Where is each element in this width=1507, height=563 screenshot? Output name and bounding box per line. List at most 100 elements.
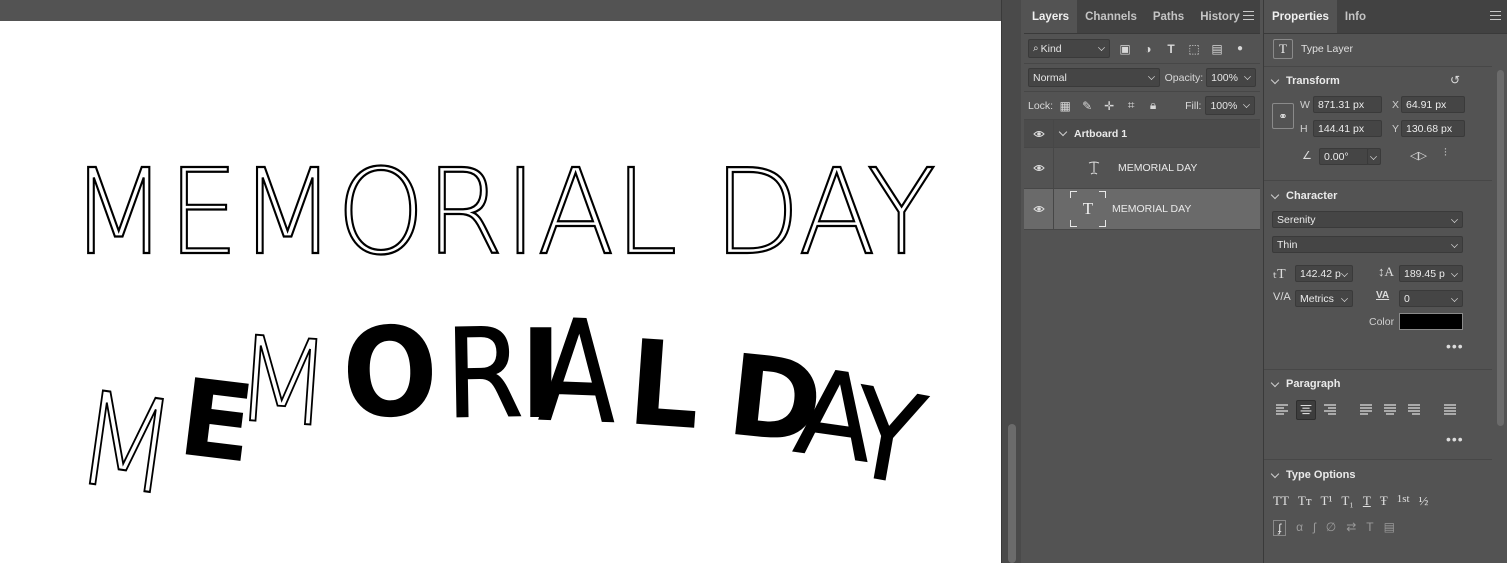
tab-channels[interactable]: Channels [1077, 0, 1145, 33]
justify-all-icon[interactable] [1440, 400, 1460, 420]
align-center-icon[interactable] [1296, 400, 1316, 420]
warped-glyph: M [68, 364, 184, 525]
all-caps-button[interactable]: TT [1273, 493, 1289, 509]
height-field[interactable]: 144.41 px [1313, 120, 1382, 137]
visibility-eye-icon[interactable] [1024, 148, 1054, 188]
align-right-icon[interactable] [1320, 400, 1340, 420]
opacity-value: 100% [1211, 71, 1238, 84]
link-dimensions-icon[interactable]: ⚭ [1272, 103, 1294, 129]
font-size-value: 142.42 p [1300, 267, 1341, 280]
angle-field[interactable]: 0.00° [1319, 148, 1369, 165]
filter-type-icon[interactable]: T [1163, 41, 1179, 57]
font-size-field[interactable]: 142.42 p [1295, 265, 1353, 282]
paragraph-section-header[interactable]: Paragraph [1264, 371, 1340, 397]
more-options-icon[interactable]: ••• [1446, 431, 1464, 447]
visibility-eye-icon[interactable] [1024, 189, 1054, 229]
justify-left-icon[interactable] [1356, 400, 1376, 420]
standard-ligatures-icon[interactable]: ʄ [1273, 520, 1287, 536]
filter-toggle-icon[interactable]: ● [1232, 41, 1248, 57]
layer-row-type[interactable]: T MEMORIAL DAY [1024, 189, 1260, 230]
flip-vertical-icon[interactable]: ⫶ [1444, 147, 1447, 160]
more-options-icon[interactable]: ••• [1446, 338, 1464, 354]
chevron-down-icon[interactable] [1058, 127, 1068, 137]
font-style-select[interactable]: Thin [1272, 236, 1463, 253]
tracking-value: 0 [1404, 292, 1410, 305]
warped-glyph: A [537, 289, 619, 455]
ornaments-icon[interactable]: ▤ [1384, 520, 1395, 536]
kerning-select[interactable]: Metrics [1295, 290, 1353, 307]
memorial-day-text-warped[interactable]: MEM O RIA L DAY [67, 288, 935, 526]
contextual-alternates-icon[interactable]: α [1296, 520, 1303, 536]
transform-section-header[interactable]: Transform [1264, 68, 1340, 94]
panel-menu-icon[interactable] [1490, 11, 1501, 21]
properties-scroll-thumb[interactable] [1497, 70, 1504, 426]
paragraph-title: Paragraph [1286, 378, 1341, 390]
tracking-field[interactable]: 0 [1399, 290, 1463, 307]
type-options-section-header[interactable]: Type Options [1264, 462, 1355, 488]
fill-field[interactable]: 100% [1205, 96, 1256, 115]
filter-kind-select[interactable]: ⌕ Kind [1028, 39, 1110, 58]
document-canvas-area[interactable]: MEMORIAL DAY MEMORIALDAY [0, 0, 1021, 563]
type-options-title: Type Options [1286, 469, 1356, 481]
lock-fill-row: Lock: ▦ ✎ ✛ ⌗ 🔒︎ Fill: 100% [1024, 92, 1260, 120]
tab-history[interactable]: History [1192, 0, 1248, 33]
justify-right-icon[interactable] [1404, 400, 1424, 420]
artboard-canvas[interactable]: MEMORIAL DAY MEMORIALDAY [0, 21, 1001, 563]
lock-artboard-icon[interactable]: ⌗ [1123, 98, 1139, 114]
x-position-field[interactable]: 64.91 px [1401, 96, 1465, 113]
canvas-scroll-thumb[interactable] [1008, 424, 1016, 563]
y-value: 130.68 px [1406, 122, 1453, 135]
layer-row-artboard[interactable]: Artboard 1 [1024, 120, 1260, 148]
fractions-button[interactable]: ½ [1419, 493, 1429, 509]
ordinals-button[interactable]: 1st [1397, 493, 1410, 509]
blend-mode-select[interactable]: Normal [1028, 68, 1160, 87]
lock-all-icon[interactable]: 🔒︎ [1145, 98, 1161, 114]
lock-image-brush-icon[interactable]: ✎ [1079, 98, 1095, 114]
text-color-swatch[interactable] [1399, 313, 1463, 330]
swash-icon[interactable]: ∅ [1326, 520, 1336, 536]
leading-field[interactable]: 189.45 p [1399, 265, 1463, 282]
y-position-field[interactable]: 130.68 px [1401, 120, 1465, 137]
opacity-field[interactable]: 100% [1206, 68, 1256, 87]
width-field[interactable]: 871.31 px [1313, 96, 1382, 113]
underline-button[interactable]: T [1363, 493, 1371, 509]
width-label: W [1300, 99, 1310, 111]
artboard-name: Artboard 1 [1074, 127, 1128, 140]
canvas-vertical-scrollbar[interactable] [1001, 0, 1021, 563]
tab-layers[interactable]: Layers [1024, 0, 1078, 33]
character-section-header[interactable]: Character [1264, 183, 1337, 209]
panel-menu-icon[interactable] [1243, 11, 1254, 21]
tab-paths[interactable]: Paths [1145, 0, 1192, 33]
visibility-eye-icon[interactable] [1024, 120, 1054, 147]
angle-dropdown[interactable] [1367, 148, 1381, 165]
tab-info[interactable]: Info [1337, 0, 1374, 33]
tracking-icon: VA [1376, 290, 1390, 301]
lock-position-move-icon[interactable]: ✛ [1101, 98, 1117, 114]
filter-adjustment-icon[interactable]: ◑ [1140, 41, 1156, 57]
align-left-icon[interactable] [1272, 400, 1292, 420]
stylistic-alternates-icon[interactable]: ⇄ [1346, 520, 1356, 536]
flip-horizontal-icon[interactable]: ◁▷ [1410, 149, 1427, 162]
subscript-button[interactable]: T₁ [1341, 493, 1353, 509]
titling-alternates-icon[interactable]: T [1366, 520, 1373, 536]
font-style-value: Thin [1277, 238, 1298, 251]
filter-smart-object-icon[interactable]: ▤ [1209, 41, 1225, 57]
font-family-value: Serenity [1277, 213, 1316, 226]
font-family-select[interactable]: Serenity [1272, 211, 1463, 228]
layer-row-warped-text[interactable]: MEMORIAL DAY [1024, 148, 1260, 189]
superscript-button[interactable]: T¹ [1321, 493, 1333, 509]
filter-shape-icon[interactable]: ⬚ [1186, 41, 1202, 57]
strikethrough-button[interactable]: Ŧ [1380, 493, 1388, 509]
tab-properties[interactable]: Properties [1264, 0, 1337, 33]
discretionary-ligatures-icon[interactable]: ʃ [1313, 520, 1316, 536]
blend-opacity-row: Normal Opacity: 100% [1024, 64, 1260, 92]
reset-transform-icon[interactable]: ↺ [1450, 73, 1460, 87]
warped-glyph: M [230, 311, 336, 455]
lock-transparent-icon[interactable]: ▦ [1057, 98, 1073, 114]
justify-center-icon[interactable] [1380, 400, 1400, 420]
filter-pixel-icon[interactable]: ▣ [1117, 41, 1133, 57]
y-label: Y [1392, 123, 1400, 135]
filter-kind-label: Kind [1040, 42, 1062, 55]
small-caps-button[interactable]: Tт [1298, 493, 1312, 509]
memorial-day-text-flat[interactable]: MEMORIAL DAY [69, 142, 937, 282]
